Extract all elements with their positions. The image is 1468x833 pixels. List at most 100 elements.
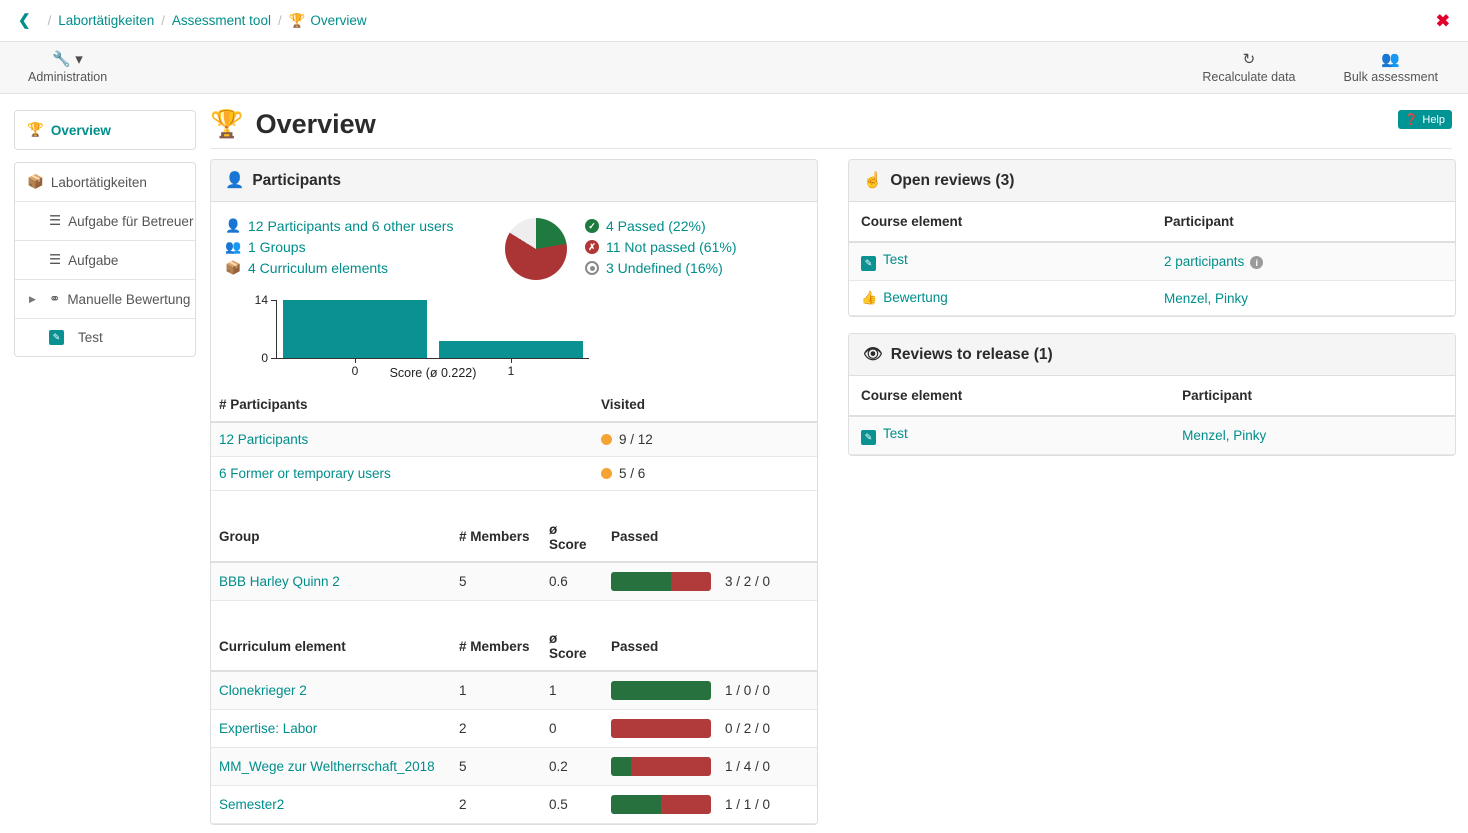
spacer-row: [211, 600, 817, 622]
group-link[interactable]: BBB Harley Quinn 2: [219, 574, 340, 589]
curriculum-link[interactable]: MM_Wege zur Weltherrschaft_2018: [219, 759, 435, 774]
chevron-right-icon[interactable]: ▶: [29, 294, 36, 305]
legend-passed-label: 4 Passed (22%): [606, 218, 706, 234]
sidebar-item-aufgabe-fuer-betreuer[interactable]: ☰ Aufgabe für Betreuer: [15, 202, 195, 241]
participant-link[interactable]: 2 participants: [1164, 254, 1244, 269]
pencil-square-icon: ✎: [861, 430, 876, 445]
breadcrumb-item-assessment-tool[interactable]: Assessment tool: [172, 13, 271, 28]
stat-curriculum-elements[interactable]: 📦 4 Curriculum elements: [225, 260, 475, 276]
legend-passed[interactable]: ✓ 4 Passed (22%): [585, 218, 736, 234]
trophy-icon: 🏆: [27, 122, 44, 138]
sidebar-item-manuelle-bewertung[interactable]: ▶ ⚭ Manuelle Bewertung: [15, 280, 195, 319]
breadcrumb-item-overview[interactable]: 🏆 Overview: [289, 13, 367, 29]
tasks-icon: ☰: [49, 213, 61, 229]
stat-participants[interactable]: 👤 12 Participants and 6 other users: [225, 218, 475, 234]
col-score: ø Score: [541, 622, 603, 671]
administration-menu[interactable]: 🔧 ▾ Administration: [28, 52, 107, 84]
col-participant: Participant: [1152, 202, 1455, 242]
columns: 👤 Participants 👤 12 Participants and 6 o…: [210, 159, 1452, 833]
curriculum-link[interactable]: Clonekrieger 2: [219, 683, 307, 698]
stat-groups[interactable]: 👥 1 Groups: [225, 239, 475, 255]
participants-link[interactable]: 12 Participants: [219, 432, 308, 447]
user-icon: 👤: [225, 218, 240, 234]
help-label: Help: [1422, 114, 1445, 126]
participant-cell[interactable]: 2 participants i: [1152, 242, 1455, 281]
table-row: Expertise: Labor200 / 2 / 0: [211, 710, 817, 748]
course-element-link[interactable]: Test: [883, 252, 908, 267]
passed-counts: 1 / 4 / 0: [725, 759, 770, 774]
pie-legend: ✓ 4 Passed (22%) ✗ 11 Not passed (61%): [585, 218, 736, 276]
reviews-to-release-panel: 👁 Reviews to release (1) Course element …: [848, 333, 1456, 456]
curriculum-link-cell[interactable]: Clonekrieger 2: [211, 671, 451, 710]
course-element-link[interactable]: Test: [883, 426, 908, 441]
bulk-assessment-button[interactable]: 👥 Bulk assessment: [1344, 52, 1438, 84]
curriculum-link-cell[interactable]: Semester2: [211, 786, 451, 824]
participants-name-cell[interactable]: 12 Participants: [211, 422, 593, 457]
question-circle-icon: ❓: [1405, 113, 1419, 126]
administration-label: Administration: [28, 70, 107, 84]
stat-participants-label: 12 Participants and 6 other users: [248, 218, 453, 234]
participant-link[interactable]: Menzel, Pinky: [1182, 428, 1266, 443]
members-cell: 5: [451, 562, 541, 601]
progress-failed-segment: [671, 572, 711, 591]
participant-link[interactable]: Menzel, Pinky: [1164, 291, 1248, 306]
sidebar-item-overview[interactable]: 🏆 Overview: [15, 111, 195, 149]
curriculum-link[interactable]: Semester2: [219, 797, 284, 812]
refresh-icon: ↻: [1243, 52, 1256, 68]
check-circle-icon: ✓: [585, 219, 599, 233]
spacer-row: [211, 491, 817, 513]
close-icon[interactable]: ✖: [1436, 12, 1450, 29]
table-header-row: # Participants Visited: [211, 388, 817, 422]
members-cell: 2: [451, 786, 541, 824]
passed-cell: 1 / 1 / 0: [603, 786, 817, 824]
col-score: ø Score: [541, 513, 603, 562]
participants-link[interactable]: 6 Former or temporary users: [219, 466, 391, 481]
col-participant: Participant: [1170, 376, 1455, 416]
times-circle-icon: ✗: [585, 240, 599, 254]
sidebar-item-aufgabe[interactable]: ☰ Aufgabe: [15, 241, 195, 280]
passed-counts: 1 / 0 / 0: [725, 683, 770, 698]
participants-name-cell[interactable]: 6 Former or temporary users: [211, 457, 593, 491]
page-title: 🏆 Overview: [210, 108, 1452, 149]
course-element-cell[interactable]: 👍Bewertung: [849, 281, 1152, 316]
chart-bar: [439, 341, 583, 358]
toolbar: 🔧 ▾ Administration ↻ Recalculate data 👥 …: [0, 42, 1468, 94]
sidebar-item-test[interactable]: ✎ Test: [15, 319, 195, 356]
course-element-cell[interactable]: ✎ Test: [849, 416, 1170, 455]
col-passed: Passed: [603, 622, 817, 671]
right-column: ☝ Open reviews (3) Course element Partic…: [848, 159, 1456, 472]
col-curriculum-element: Curriculum element: [211, 622, 451, 671]
passed-counts: 0 / 2 / 0: [725, 721, 770, 736]
pie-chart-wrap: ✓ 4 Passed (22%) ✗ 11 Not passed (61%): [505, 218, 736, 280]
help-button[interactable]: ❓ Help: [1398, 110, 1452, 129]
legend-undefined-label: 3 Undefined (16%): [606, 260, 723, 276]
curriculum-link[interactable]: Expertise: Labor: [219, 721, 317, 736]
back-icon[interactable]: ❮: [18, 13, 31, 28]
breadcrumb-item-labortaetigkeiten[interactable]: Labortätigkeiten: [58, 13, 154, 28]
group-link-cell[interactable]: BBB Harley Quinn 2: [211, 562, 451, 601]
curriculum-link-cell[interactable]: Expertise: Labor: [211, 710, 451, 748]
table-row: BBB Harley Quinn 250.63 / 2 / 0: [211, 562, 817, 601]
info-icon[interactable]: i: [1250, 256, 1263, 269]
score-histogram: Score (ø 0.222) 01401: [235, 294, 595, 384]
table-header-row: Group # Members ø Score Passed: [211, 513, 817, 562]
participant-cell[interactable]: Menzel, Pinky: [1152, 281, 1455, 316]
legend-undefined[interactable]: 3 Undefined (16%): [585, 260, 736, 276]
curriculum-link-cell[interactable]: MM_Wege zur Weltherrschaft_2018: [211, 748, 451, 786]
legend-not-passed[interactable]: ✗ 11 Not passed (61%): [585, 239, 736, 255]
members-cell: 2: [451, 710, 541, 748]
recalculate-data-button[interactable]: ↻ Recalculate data: [1202, 52, 1295, 84]
progress-passed-segment: [611, 572, 671, 591]
open-reviews-header: ☝ Open reviews (3): [849, 160, 1455, 202]
bulk-assessment-label: Bulk assessment: [1344, 70, 1438, 84]
participant-cell[interactable]: Menzel, Pinky: [1170, 416, 1455, 455]
score-cell: 0.6: [541, 562, 603, 601]
users-icon: 👥: [225, 239, 240, 255]
course-element-link[interactable]: Bewertung: [883, 290, 948, 305]
table-header-row: Course element Participant: [849, 376, 1455, 416]
course-element-cell[interactable]: ✎Test: [849, 242, 1152, 281]
chart-x-tick: 1: [508, 364, 515, 378]
col-participants: # Participants: [211, 388, 593, 422]
sidebar-item-labortaetigkeiten[interactable]: 📦 Labortätigkeiten: [15, 163, 195, 202]
progress-failed-segment: [631, 757, 711, 776]
